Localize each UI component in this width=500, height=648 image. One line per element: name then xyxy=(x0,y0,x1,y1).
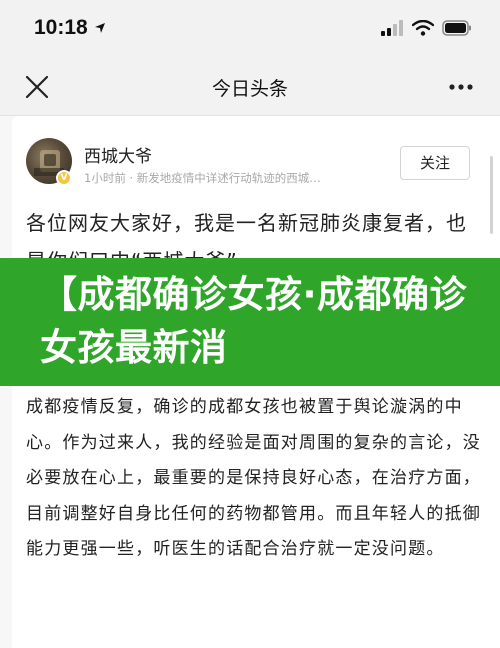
battery-icon xyxy=(442,20,471,36)
page-title: 今日头条 xyxy=(211,78,288,100)
location-arrow-icon xyxy=(95,23,105,33)
wifi-icon xyxy=(412,20,434,36)
nav-bar: 今日头条 xyxy=(0,60,500,116)
headline-banner: 【成都确诊女孩·成都确诊女孩最新消 xyxy=(0,258,500,386)
verified-badge: V xyxy=(56,170,72,186)
author-name[interactable]: 西城大爷 xyxy=(84,142,152,167)
status-icons xyxy=(380,20,472,36)
more-icon[interactable] xyxy=(448,76,474,98)
cellular-signal-icon xyxy=(381,20,403,36)
follow-button[interactable]: 关注 xyxy=(400,146,470,180)
status-bar: 10:18 xyxy=(0,0,500,60)
author-meta: 1小时前 · 新发地疫情中详述行动轨迹的西城… xyxy=(84,171,321,185)
headline-banner-text: 【成都确诊女孩·成都确诊女孩最新消 xyxy=(40,273,468,369)
scroll-indicator xyxy=(490,156,493,234)
status-time: 10:18 xyxy=(34,16,88,39)
article-paragraph-body: 成都疫情反复，确诊的成都女孩也被置于舆论漩涡的中心。作为过来人，我的经验是面对周… xyxy=(26,397,481,559)
